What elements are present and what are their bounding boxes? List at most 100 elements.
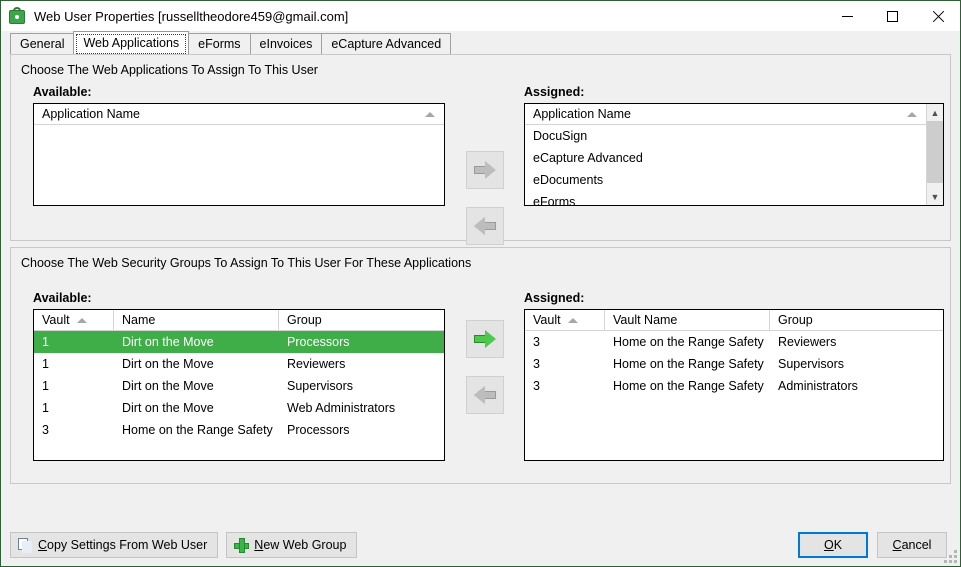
cell-name: Dirt on the Move: [122, 379, 214, 393]
list-item[interactable]: eForms: [525, 191, 926, 206]
web-applications-panel: Choose The Web Applications To Assign To…: [10, 54, 951, 245]
table-row[interactable]: 1 Dirt on the Move Processors: [34, 331, 444, 353]
cell-vault: 1: [42, 357, 49, 371]
web-user-properties-window: Web User Properties [russelltheodore459@…: [0, 0, 961, 567]
tab-label: General: [20, 37, 65, 51]
table-row[interactable]: 1 Dirt on the Move Reviewers: [34, 353, 444, 375]
list-header: Application Name: [34, 104, 444, 125]
column-header-group[interactable]: Group: [279, 310, 444, 331]
assign-group-button[interactable]: [466, 320, 504, 358]
cell-name: Dirt on the Move: [122, 401, 214, 415]
cell-group: Administrators: [778, 379, 858, 393]
application-name: eForms: [533, 195, 576, 206]
new-web-group-button[interactable]: New Web Group: [226, 532, 358, 558]
tab-ecapture-advanced[interactable]: eCapture Advanced: [321, 33, 452, 54]
copy-settings-from-web-user-button[interactable]: Copy Settings From Web User: [10, 532, 219, 558]
assigned-groups-table[interactable]: Vault Vault Name Group 3 Home on the Ran…: [524, 309, 944, 461]
column-header-name[interactable]: Name: [114, 310, 279, 331]
scrollbar-thumb[interactable]: [927, 121, 943, 183]
web-security-groups-panel: Choose The Web Security Groups To Assign…: [10, 247, 951, 484]
cell-vault-name: Home on the Range Safety: [613, 379, 764, 393]
cell-vault: 3: [42, 423, 49, 437]
applications-panel-caption: Choose The Web Applications To Assign To…: [21, 63, 318, 77]
list-item[interactable]: DocuSign: [525, 125, 926, 147]
scroll-down-button[interactable]: ▼: [927, 188, 943, 205]
list-item[interactable]: eDocuments: [525, 169, 926, 191]
assigned-applications-label: Assigned:: [524, 85, 585, 99]
cell-name: Home on the Range Safety: [122, 423, 273, 437]
unassign-group-button[interactable]: [466, 376, 504, 414]
window-title: Web User Properties [russelltheodore459@…: [34, 8, 349, 24]
plus-icon: [234, 537, 250, 553]
list-item[interactable]: eCapture Advanced: [525, 147, 926, 169]
unassign-application-button[interactable]: [466, 207, 504, 245]
tab-einvoices[interactable]: eInvoices: [249, 33, 323, 54]
tab-content-web-applications: Choose The Web Applications To Assign To…: [1, 54, 960, 524]
button-label: New Web Group: [254, 538, 347, 552]
cell-name: Dirt on the Move: [122, 335, 214, 349]
lock-user-icon: [8, 7, 26, 25]
button-label: Copy Settings From Web User: [38, 538, 208, 552]
tab-web-applications[interactable]: Web Applications: [73, 31, 190, 54]
cell-vault: 1: [42, 379, 49, 393]
table-header: Vault Vault Name Group: [525, 310, 943, 331]
ok-button[interactable]: OK: [798, 532, 868, 558]
tab-label: eForms: [198, 37, 241, 51]
cell-group: Reviewers: [778, 335, 837, 349]
vertical-scrollbar[interactable]: ▲ ▼: [926, 104, 943, 205]
assigned-applications-list[interactable]: Application Name DocuSign eCapture Advan…: [524, 103, 944, 206]
cell-vault-name: Home on the Range Safety: [613, 357, 764, 371]
button-label: OK: [823, 538, 843, 552]
arrow-left-icon: [474, 386, 496, 404]
table-row[interactable]: 3 Home on the Range Safety Reviewers: [525, 331, 943, 353]
tab-eforms[interactable]: eForms: [188, 33, 251, 54]
sort-ascending-icon: [76, 317, 87, 323]
column-label: Group: [287, 313, 322, 327]
cell-group: Supervisors: [778, 357, 844, 371]
window-controls: [825, 1, 960, 31]
minimize-icon: [842, 15, 853, 17]
column-header-vault[interactable]: Vault: [34, 310, 114, 331]
dialog-action-buttons: OK Cancel: [798, 532, 947, 558]
cell-name: Dirt on the Move: [122, 357, 214, 371]
column-label: Application Name: [533, 107, 631, 121]
column-label: Vault: [533, 313, 561, 327]
column-header-application-name[interactable]: Application Name: [34, 104, 444, 125]
minimize-button[interactable]: [825, 1, 870, 31]
close-icon: [931, 10, 944, 23]
application-name: eDocuments: [533, 173, 604, 187]
table-row[interactable]: 1 Dirt on the Move Web Administrators: [34, 397, 444, 419]
arrow-right-icon: [474, 330, 496, 348]
maximize-icon: [887, 10, 898, 22]
sort-ascending-icon: [425, 111, 435, 117]
table-row[interactable]: 3 Home on the Range Safety Administrator…: [525, 375, 943, 397]
application-name: eCapture Advanced: [533, 151, 643, 165]
table-row[interactable]: 3 Home on the Range Safety Supervisors: [525, 353, 943, 375]
arrow-right-icon: [474, 161, 496, 179]
available-groups-table[interactable]: Vault Name Group 1 Dirt on the Move Proc…: [33, 309, 445, 461]
column-label: Vault Name: [613, 313, 678, 327]
scroll-up-button[interactable]: ▲: [927, 104, 943, 121]
table-row[interactable]: 1 Dirt on the Move Supervisors: [34, 375, 444, 397]
tab-general[interactable]: General: [10, 33, 75, 54]
column-label: Vault: [42, 313, 70, 327]
cell-group: Processors: [287, 335, 350, 349]
table-header: Vault Name Group: [34, 310, 444, 331]
column-header-group[interactable]: Group: [770, 310, 943, 331]
available-groups-label: Available:: [33, 291, 92, 305]
available-applications-list[interactable]: Application Name: [33, 103, 445, 206]
column-label: Application Name: [42, 107, 140, 121]
assign-application-button[interactable]: [466, 151, 504, 189]
maximize-button[interactable]: [870, 1, 915, 31]
arrow-left-icon: [474, 217, 496, 235]
resize-grip[interactable]: [944, 550, 957, 563]
application-name: DocuSign: [533, 129, 588, 143]
table-row[interactable]: 3 Home on the Range Safety Processors: [34, 419, 444, 441]
dialog-footer: Copy Settings From Web User New Web Grou…: [1, 524, 960, 566]
column-header-application-name[interactable]: Application Name: [525, 104, 926, 125]
cancel-button[interactable]: Cancel: [877, 532, 947, 558]
cell-vault-name: Home on the Range Safety: [613, 335, 764, 349]
column-header-vault[interactable]: Vault: [525, 310, 605, 331]
column-header-vault-name[interactable]: Vault Name: [605, 310, 770, 331]
close-button[interactable]: [915, 1, 960, 31]
